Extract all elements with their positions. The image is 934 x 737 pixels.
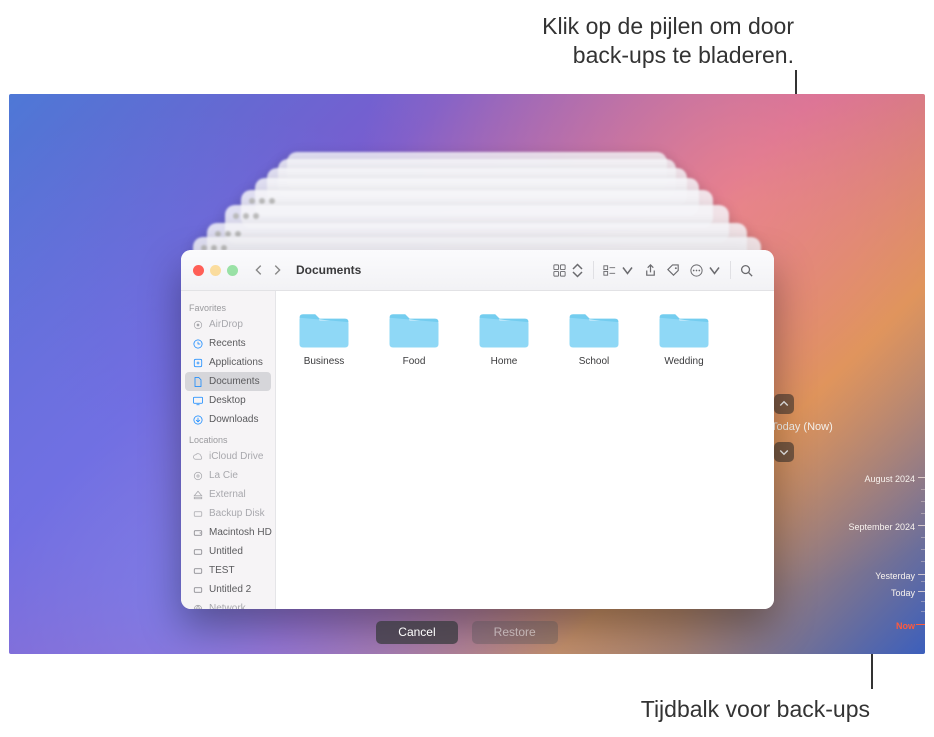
sidebar-item-documents[interactable]: Documents	[185, 372, 271, 391]
network-icon	[192, 603, 204, 610]
search-icon	[739, 263, 754, 278]
restore-button[interactable]: Restore	[472, 621, 558, 644]
document-icon	[192, 376, 204, 388]
sidebar-heading-locations: Locations	[181, 429, 275, 447]
folder-label: School	[579, 356, 610, 367]
sidebar-item-network: Network	[185, 599, 271, 609]
folder-content[interactable]: Business Food Home School Wedding	[276, 291, 774, 609]
annotation-arrows: Klik op de pijlen om door back-ups te bl…	[542, 12, 794, 70]
hdd-icon	[192, 527, 204, 539]
close-icon[interactable]	[193, 265, 204, 276]
sidebar-item-backup: Backup Disk	[185, 504, 271, 523]
chevron-down-icon	[778, 446, 790, 458]
time-machine-desktop: August 2024 September 2024 Yesterday Tod…	[9, 94, 925, 654]
folder-item[interactable]: Business	[292, 309, 356, 591]
chevron-right-icon[interactable]	[270, 263, 284, 277]
airdrop-icon	[192, 319, 204, 331]
folder-item[interactable]: Home	[472, 309, 536, 591]
sidebar-item-macintosh[interactable]: Macintosh HD	[185, 523, 271, 542]
window-title: Documents	[296, 263, 544, 277]
snapshot-timestamp: Today (Now)	[771, 421, 833, 433]
ellipsis-circle-icon	[689, 263, 704, 278]
sidebar-heading-favorites: Favorites	[181, 297, 275, 315]
folder-item[interactable]: School	[562, 309, 626, 591]
folder-item[interactable]: Food	[382, 309, 446, 591]
sidebar-item-lacie: La Cie	[185, 466, 271, 485]
timeline-month: August 2024	[864, 474, 915, 484]
folder-label: Wedding	[664, 356, 703, 367]
desktop-icon	[192, 395, 204, 407]
finder-toolbar: Documents	[181, 250, 774, 291]
sidebar-item-applications[interactable]: Applications	[185, 353, 271, 372]
sidebar-item-external: External	[185, 485, 271, 504]
chevron-down-icon	[620, 263, 635, 278]
group-button[interactable]	[602, 263, 635, 278]
hdd-icon	[192, 565, 204, 577]
grid-icon	[552, 263, 567, 278]
hdd-icon	[192, 584, 204, 596]
backup-timeline[interactable]: August 2024 September 2024 Yesterday Tod…	[850, 454, 925, 649]
sidebar-item-untitled2[interactable]: Untitled 2	[185, 580, 271, 599]
sidebar-item-desktop[interactable]: Desktop	[185, 391, 271, 410]
zoom-icon	[227, 265, 238, 276]
disk-icon	[192, 470, 204, 482]
chevron-updown-icon	[570, 263, 585, 278]
finder-window: Documents	[181, 250, 774, 609]
search-button[interactable]	[739, 263, 754, 278]
folder-label: Home	[491, 356, 518, 367]
chevron-up-icon	[778, 398, 790, 410]
time-machine-actions: Cancel Restore	[9, 621, 925, 644]
sidebar-item-recents[interactable]: Recents	[185, 334, 271, 353]
downloads-icon	[192, 414, 204, 426]
annotation-timeline: Tijdbalk voor back-ups	[641, 696, 870, 723]
timeline-day: Today	[891, 588, 915, 598]
tag-icon	[666, 263, 681, 278]
timeline-month: September 2024	[848, 522, 915, 532]
clock-icon	[192, 338, 204, 350]
nav-back-forward[interactable]	[252, 263, 284, 277]
folder-label: Food	[403, 356, 426, 367]
chevron-left-icon[interactable]	[252, 263, 266, 277]
view-icons-button[interactable]	[552, 263, 585, 278]
applications-icon	[192, 357, 204, 369]
sidebar-item-icloud: iCloud Drive	[185, 447, 271, 466]
folder-item[interactable]: Wedding	[652, 309, 716, 591]
next-snapshot-button[interactable]	[774, 442, 794, 462]
sidebar-item-untitled[interactable]: Untitled	[185, 542, 271, 561]
group-icon	[602, 263, 617, 278]
cloud-icon	[192, 451, 204, 463]
minimize-icon	[210, 265, 221, 276]
sidebar-item-test[interactable]: TEST	[185, 561, 271, 580]
window-controls[interactable]	[193, 265, 238, 276]
sidebar-item-downloads[interactable]: Downloads	[185, 410, 271, 429]
hdd-icon	[192, 546, 204, 558]
timeline-day: Yesterday	[875, 571, 915, 581]
eject-icon	[192, 489, 204, 501]
share-button[interactable]	[643, 263, 658, 278]
prev-snapshot-button[interactable]	[774, 394, 794, 414]
finder-sidebar: Favorites AirDrop Recents Applications D…	[181, 291, 276, 609]
action-button[interactable]	[689, 263, 722, 278]
chevron-down-icon	[707, 263, 722, 278]
share-icon	[643, 263, 658, 278]
tags-button[interactable]	[666, 263, 681, 278]
disk-icon	[192, 508, 204, 520]
folder-label: Business	[304, 356, 345, 367]
sidebar-item-airdrop: AirDrop	[185, 315, 271, 334]
cancel-button[interactable]: Cancel	[376, 621, 457, 644]
